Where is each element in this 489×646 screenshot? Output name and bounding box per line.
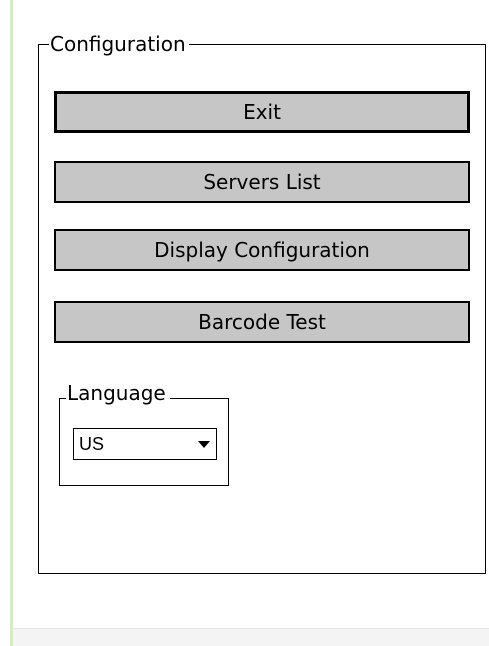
left-margin	[0, 0, 10, 646]
servers-list-button[interactable]: Servers List	[54, 161, 470, 203]
exit-button[interactable]: Exit	[54, 91, 470, 133]
chevron-down-icon[interactable]	[198, 441, 210, 448]
configuration-group-title: Configuration	[49, 32, 189, 56]
language-select-value: US	[79, 434, 105, 454]
language-group-title: Language	[66, 381, 170, 405]
window-edge-accent	[10, 0, 13, 646]
barcode-test-button[interactable]: Barcode Test	[54, 301, 470, 343]
language-select[interactable]: US	[73, 428, 217, 460]
display-configuration-button[interactable]: Display Configuration	[54, 229, 470, 271]
bottom-bar	[13, 628, 489, 646]
